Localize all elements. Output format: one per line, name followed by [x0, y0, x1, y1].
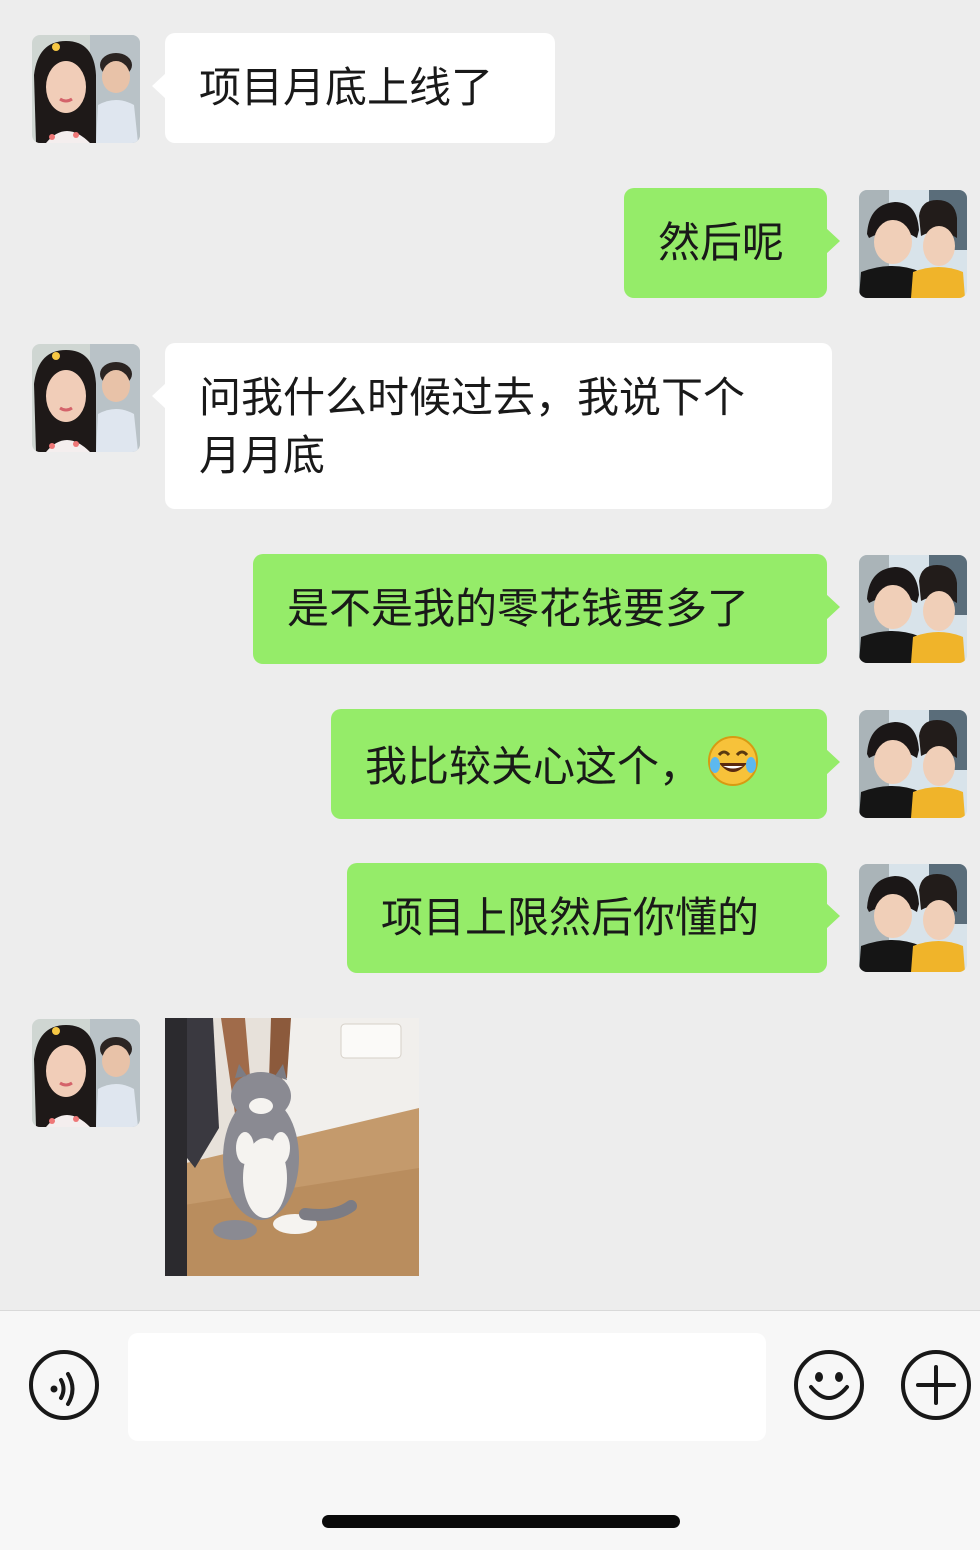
message-text: 项目月底上线了	[199, 63, 494, 112]
message-text-line: 月月底	[199, 431, 326, 480]
my-avatar[interactable]	[859, 555, 967, 663]
my-avatar[interactable]	[859, 710, 967, 818]
message-text: 是不是我的零花钱要多了	[287, 584, 750, 633]
message-input[interactable]	[128, 1333, 766, 1441]
message-text: 然后呢	[658, 218, 785, 267]
chat-input-bar	[0, 1310, 980, 1550]
my-avatar[interactable]	[859, 864, 967, 972]
bubble-tail	[152, 73, 166, 99]
plus-circle-icon[interactable]	[900, 1349, 972, 1421]
contact-avatar[interactable]	[32, 35, 140, 143]
bubble-tail	[826, 903, 840, 929]
bubble-tail	[826, 228, 840, 254]
bubble-tail	[826, 594, 840, 620]
outgoing-message-bubble[interactable]: 我比较关心这个，	[331, 709, 840, 819]
message-text: 我比较关心这个，	[365, 742, 702, 791]
cat-gif-sticker[interactable]	[165, 1018, 419, 1276]
message-text: 项目上限然后你懂的	[381, 893, 760, 942]
incoming-message-bubble[interactable]: 项目月底上线了	[152, 33, 555, 143]
contact-avatar[interactable]	[32, 1019, 140, 1127]
bubble-tail	[152, 383, 166, 409]
outgoing-message-bubble[interactable]: 项目上限然后你懂的	[347, 863, 840, 973]
smiley-icon[interactable]	[793, 1349, 865, 1421]
voice-icon[interactable]	[28, 1349, 100, 1421]
chat-screen: 项目月底上线了 然后呢 问我什么时候过去，我说下个 月月底 是不是我的零花钱要多…	[0, 0, 980, 1550]
outgoing-message-bubble[interactable]: 是不是我的零花钱要多了	[253, 554, 840, 664]
contact-avatar[interactable]	[32, 344, 140, 452]
tears-of-joy-emoji-icon	[707, 735, 759, 787]
home-indicator[interactable]	[322, 1515, 680, 1528]
outgoing-message-bubble[interactable]: 然后呢	[624, 188, 840, 298]
message-text-line: 问我什么时候过去，我说下个	[199, 373, 746, 422]
bubble-tail	[826, 749, 840, 775]
message-list[interactable]: 项目月底上线了 然后呢 问我什么时候过去，我说下个 月月底 是不是我的零花钱要多…	[0, 0, 980, 1310]
my-avatar[interactable]	[859, 190, 967, 298]
incoming-message-bubble[interactable]: 问我什么时候过去，我说下个 月月底	[152, 343, 832, 509]
